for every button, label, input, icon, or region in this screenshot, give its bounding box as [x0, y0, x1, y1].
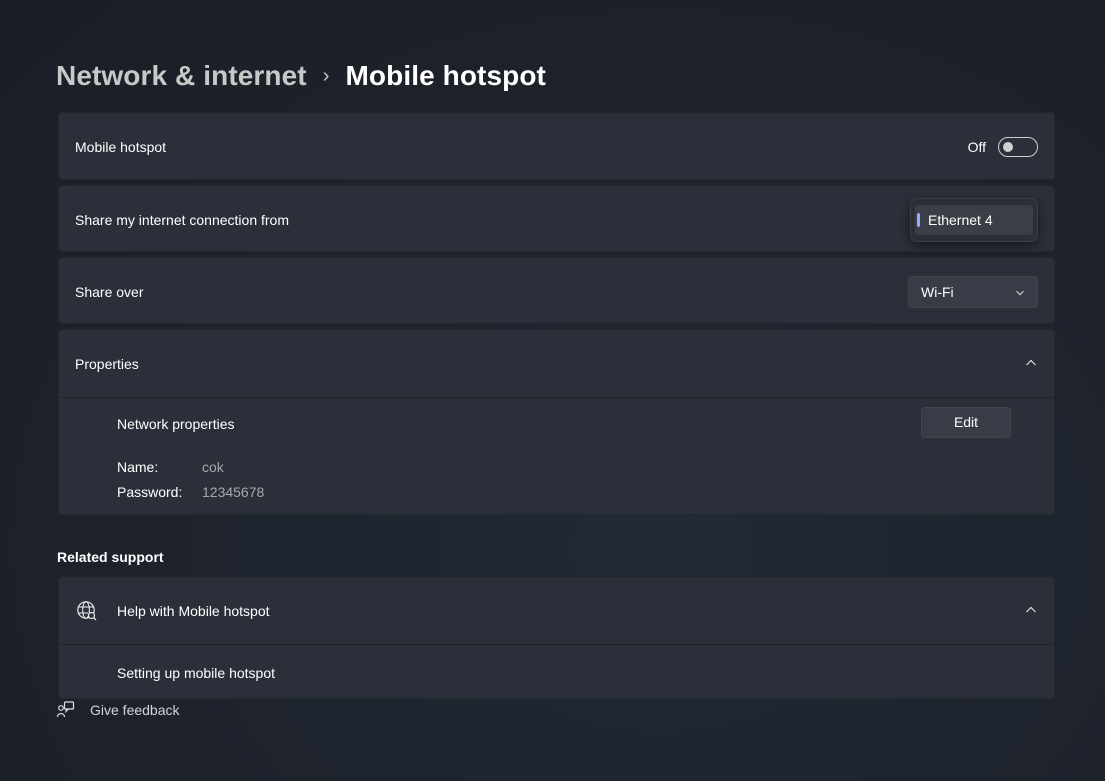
- breadcrumb-separator-icon: ›: [322, 64, 330, 87]
- chevron-up-icon[interactable]: [1025, 605, 1037, 615]
- share-from-option-selected[interactable]: Ethernet 4: [915, 205, 1033, 235]
- password-key: Password:: [117, 484, 183, 500]
- chevron-down-icon: [1016, 290, 1024, 296]
- share-from-option-label: Ethernet 4: [928, 212, 993, 228]
- help-label: Help with Mobile hotspot: [117, 603, 270, 619]
- properties-header[interactable]: Properties: [59, 330, 1054, 397]
- toggle-knob: [1003, 142, 1013, 152]
- mobile-hotspot-card: Mobile hotspot Off: [58, 112, 1055, 180]
- feedback-icon: [56, 701, 75, 718]
- name-key: Name:: [117, 459, 159, 475]
- share-over-card: Share over Wi-Fi: [58, 257, 1055, 324]
- name-value: cok: [202, 459, 224, 475]
- help-divider: [59, 644, 1054, 645]
- share-over-value: Wi-Fi: [921, 284, 954, 300]
- toggle-state-label: Off: [967, 139, 986, 155]
- page-title: Mobile hotspot: [345, 60, 546, 91]
- mobile-hotspot-toggle-group: Off: [968, 137, 1038, 157]
- selection-indicator: [917, 213, 920, 227]
- network-properties-label: Network properties: [117, 416, 235, 432]
- mobile-hotspot-toggle[interactable]: [998, 137, 1038, 157]
- properties-card: Properties Network properties Edit Name:…: [58, 329, 1055, 515]
- share-over-dropdown[interactable]: Wi-Fi: [908, 276, 1038, 308]
- edit-button[interactable]: Edit: [921, 407, 1011, 438]
- share-from-label: Share my internet connection from: [75, 212, 289, 228]
- password-value: 12345678: [202, 484, 265, 500]
- mobile-hotspot-label: Mobile hotspot: [75, 139, 167, 155]
- globe-search-icon: [77, 601, 97, 621]
- help-card: Help with Mobile hotspot Setting up mobi…: [58, 576, 1055, 699]
- related-support-heading: Related support: [57, 549, 164, 565]
- share-from-card: Share my internet connection from Ethern…: [58, 185, 1055, 252]
- properties-label: Properties: [75, 356, 139, 372]
- chevron-up-icon[interactable]: [1025, 358, 1037, 368]
- setting-up-hotspot-link[interactable]: Setting up mobile hotspot: [117, 665, 275, 681]
- share-from-dropdown-popup: Ethernet 4: [910, 198, 1038, 242]
- give-feedback-label: Give feedback: [90, 702, 180, 718]
- breadcrumb: Network & internet › Mobile hotspot: [56, 54, 546, 98]
- give-feedback-link[interactable]: Give feedback: [56, 700, 180, 720]
- properties-divider: [59, 397, 1054, 398]
- breadcrumb-parent[interactable]: Network & internet: [56, 60, 307, 92]
- share-over-label: Share over: [75, 284, 144, 300]
- help-header[interactable]: Help with Mobile hotspot: [59, 577, 1054, 644]
